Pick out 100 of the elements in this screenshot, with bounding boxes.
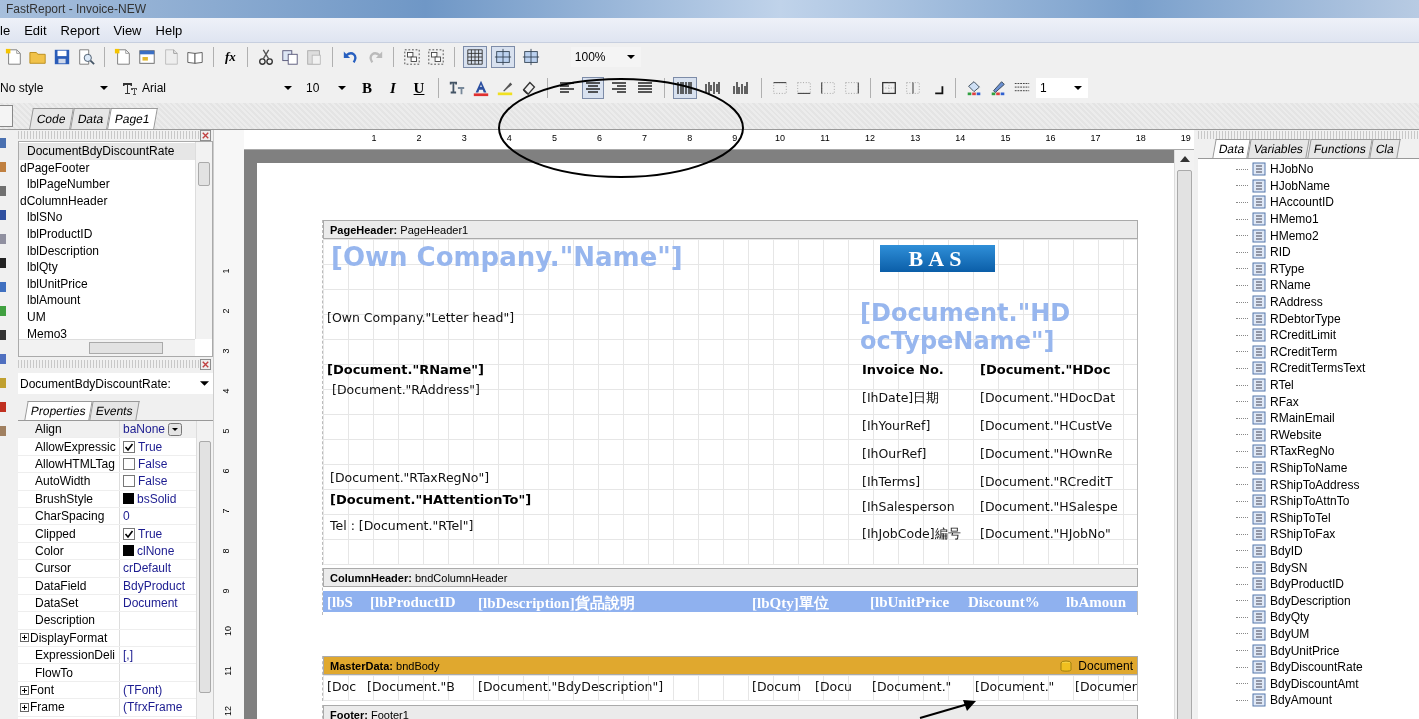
property-value[interactable]: 0: [123, 509, 130, 524]
tree-item[interactable]: HMemo1: [1270, 212, 1319, 227]
tree-item[interactable]: lblAmount: [19, 292, 195, 309]
report-field[interactable]: [IhTerms]: [862, 474, 921, 489]
report-field[interactable]: [Doc: [327, 679, 357, 694]
report-field[interactable]: [Document.": [872, 679, 952, 694]
property-value[interactable]: False: [138, 474, 168, 489]
panel-button[interactable]: [0, 105, 13, 127]
checkbox[interactable]: [123, 457, 135, 470]
report-field[interactable]: [Document."RTaxRegNo"]: [330, 470, 490, 485]
property-value[interactable]: crDefault: [123, 561, 172, 576]
object-dropdown[interactable]: DocumentBdyDiscountRate:: [18, 373, 213, 394]
report-field[interactable]: [Documer: [1075, 679, 1137, 694]
report-field[interactable]: [Document."HAttentionTo"]: [330, 492, 532, 507]
close-icon[interactable]: [200, 359, 211, 370]
zoom-dropdown[interactable]: 100%: [570, 47, 641, 67]
tree-item[interactable]: lblQty: [19, 259, 195, 276]
property-value[interactable]: True: [138, 439, 163, 454]
tree-item[interactable]: HMemo2: [1270, 228, 1319, 243]
property-value[interactable]: True: [138, 526, 163, 541]
tree-item[interactable]: lblUnitPrice: [19, 275, 195, 293]
tree-item[interactable]: RShipToName: [1270, 461, 1348, 475]
frame-left-icon[interactable]: [819, 79, 837, 97]
tree-item[interactable]: lblDescription: [19, 242, 195, 260]
tree-item[interactable]: RID: [1270, 245, 1291, 260]
font-color-icon[interactable]: [472, 79, 490, 97]
report-field[interactable]: Invoice No.: [862, 362, 944, 377]
tree-item[interactable]: BdyDiscountAmt: [1270, 676, 1359, 691]
tree-item[interactable]: Memo3: [19, 325, 195, 343]
fill-bucket-icon[interactable]: [965, 79, 983, 97]
tree-item[interactable]: HAccountID: [1270, 195, 1335, 210]
property-value[interactable]: False: [138, 456, 168, 471]
tree-item[interactable]: DocumentBdyDiscountRate: [19, 143, 195, 160]
formula-button[interactable]: fx: [222, 49, 239, 65]
expand-icon[interactable]: [20, 685, 29, 695]
tree-item[interactable]: RCreditLimit: [1270, 328, 1336, 343]
new-page-icon[interactable]: [5, 48, 23, 66]
frame-top-icon[interactable]: [771, 79, 789, 97]
frame-bottom-icon[interactable]: [795, 79, 813, 97]
tree-item[interactable]: RCreditTerm: [1270, 344, 1338, 359]
report-field[interactable]: [Document."HCustVe: [980, 418, 1113, 433]
menu-item[interactable]: Edit: [19, 22, 56, 38]
report-field[interactable]: [Document."HJobNo": [980, 526, 1111, 541]
menu-item[interactable]: Help: [150, 22, 192, 38]
ungroup-icon[interactable]: [426, 48, 445, 66]
scrollbar[interactable]: [196, 421, 213, 719]
tree-item[interactable]: RCreditTermsText: [1270, 361, 1366, 376]
tree-item[interactable]: BdyAmount: [1270, 693, 1333, 708]
tree-item[interactable]: RAddress: [1270, 295, 1323, 310]
vertical-align-button[interactable]: [673, 77, 697, 99]
grid-toggle-button[interactable]: [462, 46, 487, 68]
expand-icon[interactable]: [20, 633, 29, 643]
grid-toggle-button[interactable]: [490, 46, 515, 68]
line-width-dropdown[interactable]: 1: [1036, 78, 1088, 98]
pen-icon[interactable]: [989, 79, 1007, 97]
report-field[interactable]: [Document."B: [367, 679, 455, 694]
data-tab[interactable]: Cla: [1368, 139, 1401, 158]
tree-item[interactable]: lblProductID: [19, 225, 195, 243]
dialog-icon[interactable]: [138, 48, 156, 66]
scissors-icon[interactable]: [256, 48, 275, 66]
report-field[interactable]: [Document."RName"]: [327, 362, 484, 377]
property-value[interactable]: baNone: [123, 422, 166, 437]
tree-item[interactable]: dColumnHeader: [19, 192, 195, 210]
band-header[interactable]: ColumnHeader: bndColumnHeader: [323, 568, 1138, 587]
tree-item[interactable]: RFax: [1270, 394, 1299, 409]
report-field[interactable]: [Docum: [752, 679, 802, 694]
frame-none-icon[interactable]: [904, 79, 922, 97]
report-field[interactable]: [IhSalesperson: [862, 499, 955, 514]
frame-all-icon[interactable]: [880, 79, 898, 97]
italic-button[interactable]: I: [382, 77, 404, 99]
page-magnifier-icon[interactable]: [77, 48, 95, 66]
tree-item[interactable]: RMainEmail: [1270, 411, 1335, 426]
underline-button[interactable]: U: [408, 77, 430, 99]
menu-item[interactable]: Report: [55, 22, 109, 38]
dropdown-button-icon[interactable]: [168, 422, 183, 436]
tree-item[interactable]: RDebtorType: [1270, 311, 1341, 326]
checkbox[interactable]: [123, 440, 135, 453]
report-field[interactable]: [Document."RCreditT: [980, 474, 1113, 489]
panel-grip[interactable]: [1198, 131, 1419, 139]
report-field[interactable]: [Document."HSalespe: [980, 499, 1118, 514]
report-field[interactable]: [Own Company."Letter head"]: [327, 310, 515, 325]
inspector-tab[interactable]: Events: [89, 401, 140, 420]
menu-item[interactable]: le: [0, 22, 20, 38]
tree-item[interactable]: RWebsite: [1270, 427, 1322, 442]
scrollbar[interactable]: [1174, 150, 1194, 719]
report-field[interactable]: [IhYourRef]: [862, 418, 931, 433]
eraser-icon[interactable]: [520, 79, 538, 97]
tree-item[interactable]: BdyDiscountRate: [1270, 660, 1363, 675]
property-value[interactable]: BdyProduct: [123, 578, 186, 593]
property-value[interactable]: bsSolid: [137, 491, 177, 506]
page-tab[interactable]: Code: [29, 108, 74, 129]
tree-item[interactable]: BdyDescription: [1270, 593, 1351, 608]
tree-item[interactable]: RTel: [1270, 378, 1294, 392]
tree-item[interactable]: HJobName: [1270, 178, 1331, 193]
tree-item[interactable]: BdyQty: [1270, 610, 1310, 625]
report-field[interactable]: [Document."BdyDescription"]: [478, 679, 664, 694]
tree-item[interactable]: dPageFooter: [19, 159, 195, 177]
tree-item[interactable]: HJobNo: [1270, 162, 1314, 177]
report-field[interactable]: [Docu: [815, 679, 852, 694]
expand-icon[interactable]: [20, 702, 29, 712]
